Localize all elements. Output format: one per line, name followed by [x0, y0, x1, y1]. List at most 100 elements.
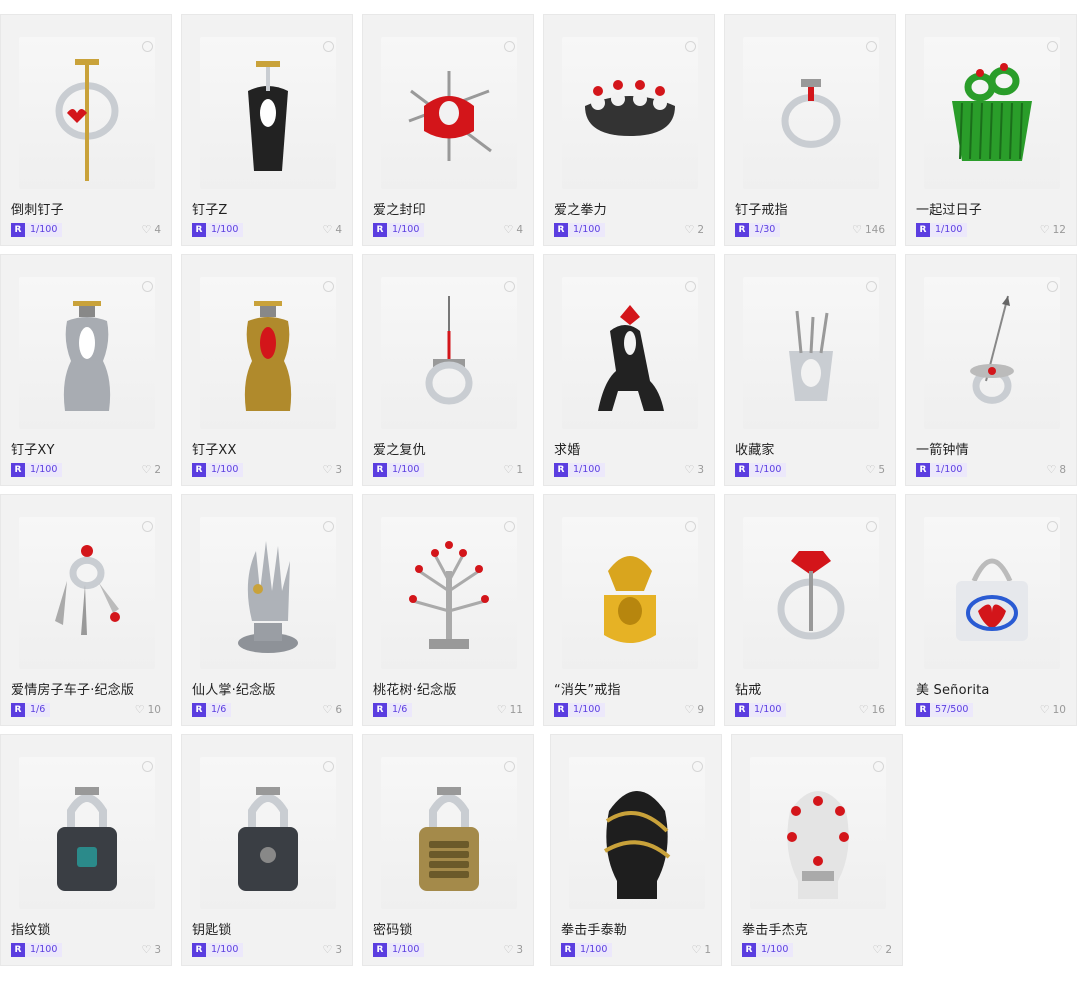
heart-icon[interactable]: ♡: [503, 463, 513, 477]
nft-card[interactable]: 指纹锁 R 1/100 ♡ 3: [0, 734, 172, 966]
nft-card[interactable]: 钉子戒指 R 1/30 ♡ 146: [724, 14, 896, 246]
collection-logo-icon: R: [373, 463, 387, 477]
3d-view-icon[interactable]: [504, 41, 515, 52]
green-basket-artwork: [952, 63, 1032, 161]
nft-card[interactable]: 求婚 R 1/100 ♡ 3: [543, 254, 715, 486]
nft-card[interactable]: 钥匙锁 R 1/100 ♡ 3: [181, 734, 353, 966]
like-counter[interactable]: ♡ 12: [1040, 223, 1066, 237]
like-counter[interactable]: ♡ 3: [322, 943, 342, 957]
nft-card[interactable]: 一箭钟情 R 1/100 ♡ 8: [905, 254, 1077, 486]
3d-view-icon[interactable]: [142, 761, 153, 772]
3d-view-icon[interactable]: [142, 521, 153, 532]
like-counter[interactable]: ♡ 10: [1040, 703, 1066, 717]
heart-icon[interactable]: ♡: [859, 703, 869, 717]
collection-logo-icon: R: [373, 223, 387, 237]
like-counter[interactable]: ♡ 1: [691, 943, 711, 957]
like-counter[interactable]: ♡ 146: [852, 223, 885, 237]
heart-icon[interactable]: ♡: [852, 223, 862, 237]
3d-view-icon[interactable]: [866, 41, 877, 52]
like-counter[interactable]: ♡ 2: [141, 463, 161, 477]
heart-icon[interactable]: ♡: [322, 703, 332, 717]
nft-card[interactable]: 桃花树·纪念版 R 1/6 ♡ 11: [362, 494, 534, 726]
heart-icon[interactable]: ♡: [1046, 463, 1056, 477]
3d-view-icon[interactable]: [323, 521, 334, 532]
3d-view-icon[interactable]: [866, 281, 877, 292]
heart-icon[interactable]: ♡: [684, 703, 694, 717]
heart-icon[interactable]: ♡: [497, 703, 507, 717]
nft-card[interactable]: 收藏家 R 1/100 ♡ 5: [724, 254, 896, 486]
3d-view-icon[interactable]: [142, 41, 153, 52]
like-counter[interactable]: ♡ 11: [497, 703, 523, 717]
heart-icon[interactable]: ♡: [141, 943, 151, 957]
heart-icon[interactable]: ♡: [322, 943, 332, 957]
like-counter[interactable]: ♡ 6: [322, 703, 342, 717]
nft-card[interactable]: 拳击手泰勒 R 1/100 ♡ 1: [550, 734, 722, 966]
nft-card[interactable]: “消失”戒指 R 1/100 ♡ 9: [543, 494, 715, 726]
like-counter[interactable]: ♡ 4: [141, 223, 161, 237]
like-counter[interactable]: ♡ 10: [135, 703, 161, 717]
heart-icon[interactable]: ♡: [691, 943, 701, 957]
3d-view-icon[interactable]: [685, 41, 696, 52]
heart-icon[interactable]: ♡: [503, 943, 513, 957]
3d-view-icon[interactable]: [1047, 521, 1058, 532]
like-counter[interactable]: ♡ 16: [859, 703, 885, 717]
lock-key-artwork: [238, 787, 298, 891]
nft-card[interactable]: 钉子Z R 1/100 ♡ 4: [181, 14, 353, 246]
heart-icon[interactable]: ♡: [872, 943, 882, 957]
3d-view-icon[interactable]: [692, 761, 703, 772]
like-counter[interactable]: ♡ 2: [872, 943, 892, 957]
like-count: 2: [885, 944, 892, 956]
3d-view-icon[interactable]: [685, 521, 696, 532]
nft-card[interactable]: 爱情房子车子·纪念版 R 1/6 ♡ 10: [0, 494, 172, 726]
like-counter[interactable]: ♡ 5: [865, 463, 885, 477]
like-count: 6: [335, 704, 342, 716]
3d-view-icon[interactable]: [1047, 41, 1058, 52]
3d-view-icon[interactable]: [323, 41, 334, 52]
3d-view-icon[interactable]: [323, 761, 334, 772]
like-counter[interactable]: ♡ 4: [322, 223, 342, 237]
edition-count: 1/6: [25, 703, 51, 717]
nft-card[interactable]: 钉子XX R 1/100 ♡ 3: [181, 254, 353, 486]
nft-card[interactable]: 爱之复仇 R 1/100 ♡ 1: [362, 254, 534, 486]
3d-view-icon[interactable]: [142, 281, 153, 292]
nft-card[interactable]: 美 Señorita R 57/500 ♡ 10: [905, 494, 1077, 726]
nft-card[interactable]: 密码锁 R 1/100 ♡ 3: [362, 734, 534, 966]
heart-icon[interactable]: ♡: [684, 223, 694, 237]
heart-icon[interactable]: ♡: [141, 463, 151, 477]
heart-icon[interactable]: ♡: [141, 223, 151, 237]
like-counter[interactable]: ♡ 3: [503, 943, 523, 957]
3d-view-icon[interactable]: [323, 281, 334, 292]
like-counter[interactable]: ♡ 3: [322, 463, 342, 477]
heart-icon[interactable]: ♡: [503, 223, 513, 237]
nft-card[interactable]: 钉子XY R 1/100 ♡ 2: [0, 254, 172, 486]
like-counter[interactable]: ♡ 3: [141, 943, 161, 957]
nft-card[interactable]: 一起过日子 R 1/100 ♡ 12: [905, 14, 1077, 246]
like-counter[interactable]: ♡ 1: [503, 463, 523, 477]
heart-icon[interactable]: ♡: [1040, 223, 1050, 237]
nft-card[interactable]: 爱之拳力 R 1/100 ♡ 2: [543, 14, 715, 246]
3d-view-icon[interactable]: [504, 281, 515, 292]
3d-view-icon[interactable]: [1047, 281, 1058, 292]
heart-icon[interactable]: ♡: [1040, 703, 1050, 717]
nft-card[interactable]: 仙人掌·纪念版 R 1/6 ♡ 6: [181, 494, 353, 726]
3d-view-icon[interactable]: [504, 521, 515, 532]
heart-icon[interactable]: ♡: [322, 223, 332, 237]
3d-view-icon[interactable]: [873, 761, 884, 772]
like-counter[interactable]: ♡ 8: [1046, 463, 1066, 477]
nft-card[interactable]: 爱之封印 R 1/100 ♡ 4: [362, 14, 534, 246]
edition-count: 1/100: [749, 463, 787, 477]
nft-card[interactable]: 倒刺钉子 R 1/100 ♡ 4: [0, 14, 172, 246]
nft-card[interactable]: 拳击手杰克 R 1/100 ♡ 2: [731, 734, 903, 966]
like-counter[interactable]: ♡ 2: [684, 223, 704, 237]
nft-card[interactable]: 钻戒 R 1/100 ♡ 16: [724, 494, 896, 726]
like-counter[interactable]: ♡ 9: [684, 703, 704, 717]
heart-icon[interactable]: ♡: [322, 463, 332, 477]
heart-icon[interactable]: ♡: [865, 463, 875, 477]
3d-view-icon[interactable]: [685, 281, 696, 292]
heart-icon[interactable]: ♡: [135, 703, 145, 717]
3d-view-icon[interactable]: [504, 761, 515, 772]
3d-view-icon[interactable]: [866, 521, 877, 532]
like-counter[interactable]: ♡ 3: [684, 463, 704, 477]
heart-icon[interactable]: ♡: [684, 463, 694, 477]
like-counter[interactable]: ♡ 4: [503, 223, 523, 237]
